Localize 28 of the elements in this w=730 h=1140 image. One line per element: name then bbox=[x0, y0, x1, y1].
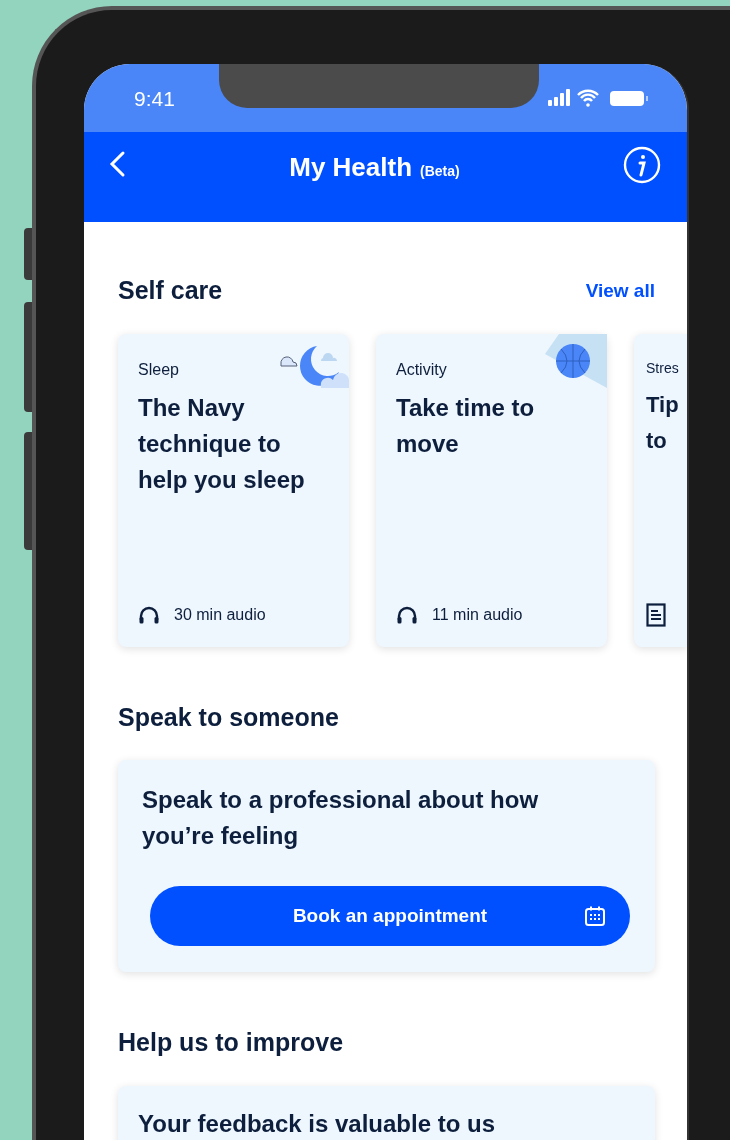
beta-label: (Beta) bbox=[420, 162, 460, 181]
back-icon[interactable] bbox=[108, 150, 126, 178]
card-category: Sleep bbox=[138, 359, 180, 380]
card-title: Tip to bbox=[646, 390, 680, 455]
book-appointment-button[interactable]: Book an appointment bbox=[150, 886, 630, 946]
card-title: The Navy technique to help you sleep bbox=[138, 392, 306, 495]
card-text: Speak to a professional about how you’re feeling bbox=[142, 785, 540, 851]
self-care-card[interactable]: Activity Take time to move 11 min audio bbox=[376, 333, 607, 647]
card-category: Activity bbox=[396, 359, 448, 380]
card-title: Take time to move bbox=[396, 392, 536, 459]
info-icon[interactable] bbox=[623, 146, 661, 184]
card-text: Your feedback is valuable to us bbox=[138, 1108, 496, 1139]
card-duration: 11 min audio bbox=[432, 604, 523, 625]
headphones-icon bbox=[396, 605, 418, 624]
basketball-icon bbox=[545, 333, 607, 390]
section-title: Help us to improve bbox=[118, 1027, 345, 1058]
document-icon bbox=[646, 602, 666, 627]
view-all-link[interactable]: View all bbox=[585, 276, 655, 305]
card-category: Stres bbox=[646, 358, 680, 378]
calendar-icon bbox=[584, 905, 606, 927]
section-title: Self care bbox=[118, 275, 223, 306]
self-care-card[interactable]: Sleep The Navy technique to help you sleep 30 min audio bbox=[118, 333, 349, 647]
headphones-icon bbox=[138, 605, 160, 624]
self-care-card[interactable]: Stres Tip to bbox=[634, 333, 687, 647]
page-title: My Health bbox=[289, 151, 413, 184]
status-time: 9:41 bbox=[134, 86, 175, 113]
card-duration: 30 min audio bbox=[174, 604, 266, 625]
section-title: Speak to someone bbox=[118, 701, 340, 733]
